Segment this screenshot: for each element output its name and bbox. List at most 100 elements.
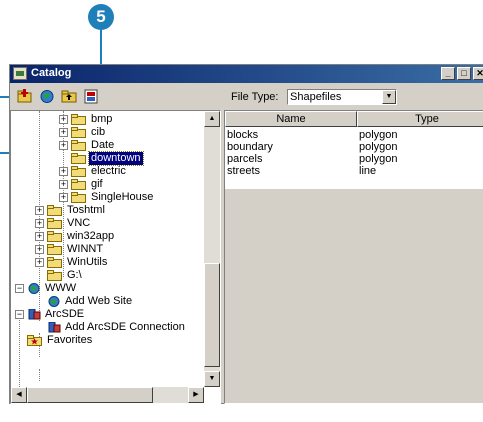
connect-folder-button[interactable] (17, 89, 33, 104)
tree-item[interactable]: Add ArcSDE Connection (11, 321, 206, 334)
catalog-app-icon (13, 67, 27, 80)
scroll-down-arrow-icon[interactable]: ▼ (204, 371, 220, 387)
tree-item[interactable]: + win32app (11, 230, 206, 243)
tree-item[interactable]: + WinUtils (11, 256, 206, 269)
tree-item-label: electric (91, 165, 126, 177)
column-header-name[interactable]: Name (225, 111, 357, 127)
expand-icon[interactable]: + (59, 167, 68, 176)
item-name: streets (227, 165, 261, 177)
file-type-label: File Type: (231, 91, 279, 103)
tree-item-label: downtown (88, 151, 144, 166)
tree-item[interactable]: + Toshtml (11, 204, 206, 217)
tree-item-label: WinUtils (67, 256, 108, 268)
tree-vertical-scrollbar[interactable]: ▲ ▼ (204, 111, 220, 387)
up-folder-button[interactable] (61, 89, 77, 104)
item-name: parcels (227, 153, 263, 165)
tree-item-label: ArcSDE (45, 308, 85, 320)
collapse-icon[interactable]: − (15, 284, 24, 293)
item-type: polygon (359, 141, 398, 153)
folder-icon (71, 192, 86, 203)
tree-item-selected[interactable]: downtown (11, 151, 206, 166)
tree-horizontal-scrollbar[interactable]: ◀ ▶ (11, 387, 204, 403)
launch-button[interactable] (83, 89, 99, 104)
title-bar[interactable]: Catalog _ □ ✕ (10, 65, 483, 83)
scroll-left-arrow-icon[interactable]: ◀ (11, 387, 27, 403)
tree-item-label: VNC (67, 217, 91, 229)
expand-icon[interactable]: + (59, 193, 68, 202)
expand-icon[interactable]: + (35, 258, 44, 267)
tree-item-label: Add ArcSDE Connection (65, 321, 185, 333)
expand-icon[interactable]: + (35, 219, 44, 228)
item-type: polygon (359, 129, 398, 141)
globe-icon (40, 90, 54, 103)
launch-icon (84, 89, 98, 104)
tree-item[interactable]: − WWW (11, 282, 206, 295)
catalog-tree[interactable]: + bmp + cib + Date downtown + electric +… (10, 110, 221, 404)
globe-icon (28, 283, 40, 294)
list-item[interactable]: blocks polygon (225, 129, 483, 141)
expand-icon[interactable]: + (59, 115, 68, 124)
expand-icon[interactable]: + (59, 141, 68, 150)
tree-item[interactable]: + SingleHouse (11, 191, 206, 204)
scroll-thumb[interactable] (27, 387, 153, 403)
favorites-folder-icon (27, 335, 42, 346)
tree-item[interactable]: + electric (11, 165, 206, 178)
expand-icon[interactable]: + (35, 232, 44, 241)
collapse-icon[interactable]: − (15, 310, 24, 319)
folder-icon (71, 166, 86, 177)
tree-item-label: Toshtml (67, 204, 105, 216)
scroll-right-arrow-icon[interactable]: ▶ (188, 387, 204, 403)
globe-button[interactable] (39, 89, 55, 104)
file-type-value: Shapefiles (290, 91, 342, 103)
file-type-dropdown[interactable]: Shapefiles ▼ (287, 89, 397, 105)
tree-item[interactable]: + cib (11, 126, 206, 139)
tree-item-label: G:\ (67, 269, 82, 281)
expand-icon[interactable]: + (59, 180, 68, 189)
dropdown-arrow-icon[interactable]: ▼ (382, 90, 396, 104)
list-item[interactable]: boundary polygon (225, 141, 483, 153)
tree-item-label: Add Web Site (65, 295, 133, 307)
contents-list[interactable]: Name Type blocks polygon boundary polygo… (224, 110, 483, 404)
tree-item[interactable]: G:\ (11, 269, 206, 282)
folder-icon (47, 270, 62, 281)
item-name: boundary (227, 141, 273, 153)
catalog-window: Catalog _ □ ✕ File Type: Shapefiles ▼ + … (9, 64, 483, 404)
list-item[interactable]: parcels polygon (225, 153, 483, 165)
item-type: line (359, 165, 377, 177)
expand-icon[interactable]: + (35, 206, 44, 215)
tree-item[interactable]: + gif (11, 178, 206, 191)
step-number-badge: 5 (88, 4, 114, 30)
column-header-type[interactable]: Type (357, 111, 483, 127)
list-item[interactable]: streets line (225, 165, 483, 177)
expand-icon[interactable]: + (59, 128, 68, 137)
folder-icon (71, 153, 86, 164)
tree-item[interactable]: + Date (11, 139, 206, 152)
tree-item-label: win32app (67, 230, 115, 242)
tree-item-label: Date (91, 139, 115, 151)
folder-icon (47, 218, 62, 229)
tree-item[interactable]: − ArcSDE (11, 308, 206, 321)
tree-item[interactable]: + bmp (11, 113, 206, 126)
tree-item[interactable]: + WINNT (11, 243, 206, 256)
scroll-up-arrow-icon[interactable]: ▲ (204, 111, 220, 127)
tree-item-label: bmp (91, 113, 113, 125)
minimize-button[interactable]: _ (441, 67, 455, 80)
tree-item-label: WWW (45, 282, 77, 294)
list-body: blocks polygon boundary polygon parcels … (225, 127, 483, 189)
add-web-site-icon (48, 296, 60, 307)
tree-item-label: SingleHouse (91, 191, 154, 203)
folder-icon (47, 244, 62, 255)
item-name: blocks (227, 129, 259, 141)
tree-item[interactable]: Favorites (11, 334, 206, 347)
close-button[interactable]: ✕ (473, 67, 483, 80)
expand-icon[interactable]: + (35, 245, 44, 254)
folder-icon (71, 179, 86, 190)
tree-item[interactable]: + VNC (11, 217, 206, 230)
maximize-button[interactable]: □ (457, 67, 471, 80)
folder-icon (47, 231, 62, 242)
folder-icon (71, 127, 86, 138)
scroll-thumb[interactable] (204, 263, 220, 367)
tree-item-label: WINNT (67, 243, 104, 255)
up-folder-icon (61, 90, 77, 103)
tree-item[interactable]: Add Web Site (11, 295, 206, 308)
